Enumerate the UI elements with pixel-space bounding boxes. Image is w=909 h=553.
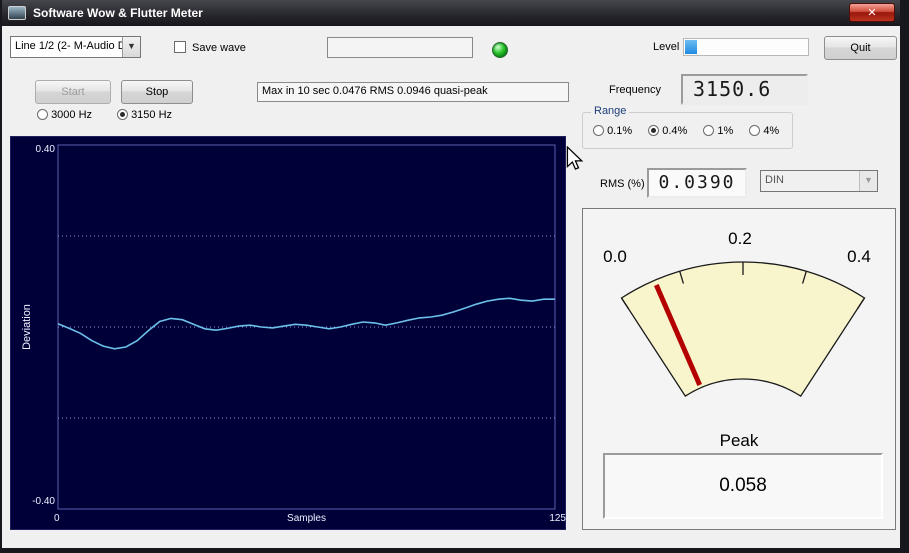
radio-icon [648, 125, 660, 136]
gauge-face [620, 261, 866, 397]
range-0.4-radio[interactable]: 0.4% [648, 125, 687, 137]
freq-3150-radio[interactable]: 3150 Hz [117, 109, 172, 121]
window-title: Software Wow & Flutter Meter [33, 6, 203, 20]
level-bar-fill [685, 40, 698, 54]
status-readout: Max in 10 sec 0.0476 RMS 0.0946 quasi-pe… [257, 82, 569, 102]
range-4-radio[interactable]: 4% [749, 125, 779, 137]
radio-icon [37, 109, 48, 120]
range-group: Range 0.1% 0.4% 1% 4% [582, 105, 793, 149]
x-max-tick: 125 [549, 513, 566, 524]
range-0.1-radio[interactable]: 0.1% [593, 125, 632, 137]
radio-icon [703, 125, 715, 136]
gauge-scale-1: 0.2 [728, 229, 752, 248]
gauge-scale-2: 0.4 [847, 247, 871, 266]
level-label: Level [653, 41, 680, 53]
radio-icon [117, 109, 128, 120]
freq-3000-radio[interactable]: 3000 Hz [37, 109, 92, 121]
freq-3150-label: 3150 Hz [131, 109, 173, 121]
peak-readout: 0.058 [603, 453, 883, 519]
radio-icon [593, 125, 604, 136]
range-1-radio[interactable]: 1% [703, 125, 733, 137]
range-group-label: Range [591, 105, 630, 117]
frequency-label: Frequency [609, 84, 661, 96]
analog-meter-panel: 0.0 0.2 0.4 Peak 0.058 [582, 208, 896, 530]
close-button[interactable]: ✕ [849, 3, 895, 22]
app-window: Software Wow & Flutter Meter ✕ Line 1/2 … [0, 0, 909, 553]
radio-icon [749, 125, 761, 136]
titlebar: Software Wow & Flutter Meter ✕ [2, 0, 900, 26]
peak-label: Peak [719, 431, 759, 450]
save-wave-label: Save wave [192, 42, 246, 54]
mouse-cursor [566, 146, 584, 170]
chevron-down-icon: ▼ [859, 171, 877, 191]
level-meter [683, 38, 809, 56]
y-axis-title: Deviation [21, 304, 33, 350]
app-icon [8, 6, 26, 20]
signal-led [492, 42, 508, 58]
chevron-down-icon: ▼ [122, 37, 140, 57]
audio-device-select[interactable]: Line 1/2 (2- M-Audio De ▼ [10, 36, 141, 58]
range-0.4-label: 0.4% [662, 125, 688, 137]
deviation-waveform [57, 144, 556, 510]
audio-device-value: Line 1/2 (2- M-Audio De [15, 40, 122, 52]
frequency-readout: 3150.6 [681, 74, 808, 105]
range-1-label: 1% [717, 125, 734, 137]
weighting-value: DIN [765, 174, 784, 186]
range-4-label: 4% [763, 125, 780, 137]
deviation-chart: 0.40 -0.40 Deviation 0 Samples 125 [10, 136, 566, 530]
start-button[interactable]: Start [35, 80, 111, 104]
y-max-tick: 0.40 [35, 144, 55, 155]
quit-button[interactable]: Quit [824, 36, 897, 60]
weighting-select[interactable]: DIN ▼ [760, 170, 878, 192]
wave-filename-input[interactable] [327, 37, 473, 58]
rms-label: RMS (%) [600, 178, 645, 190]
range-0.1-label: 0.1% [607, 125, 633, 137]
freq-3000-label: 3000 Hz [51, 109, 93, 121]
save-wave-checkbox[interactable] [174, 41, 186, 53]
y-min-tick: -0.40 [32, 496, 55, 507]
rms-readout: 0.0390 [647, 168, 747, 198]
close-icon: ✕ [867, 6, 877, 19]
stop-button[interactable]: Stop [121, 80, 193, 104]
gauge-scale-0: 0.0 [603, 247, 627, 266]
x-axis-title: Samples [287, 513, 326, 524]
waveform-line [57, 297, 555, 350]
